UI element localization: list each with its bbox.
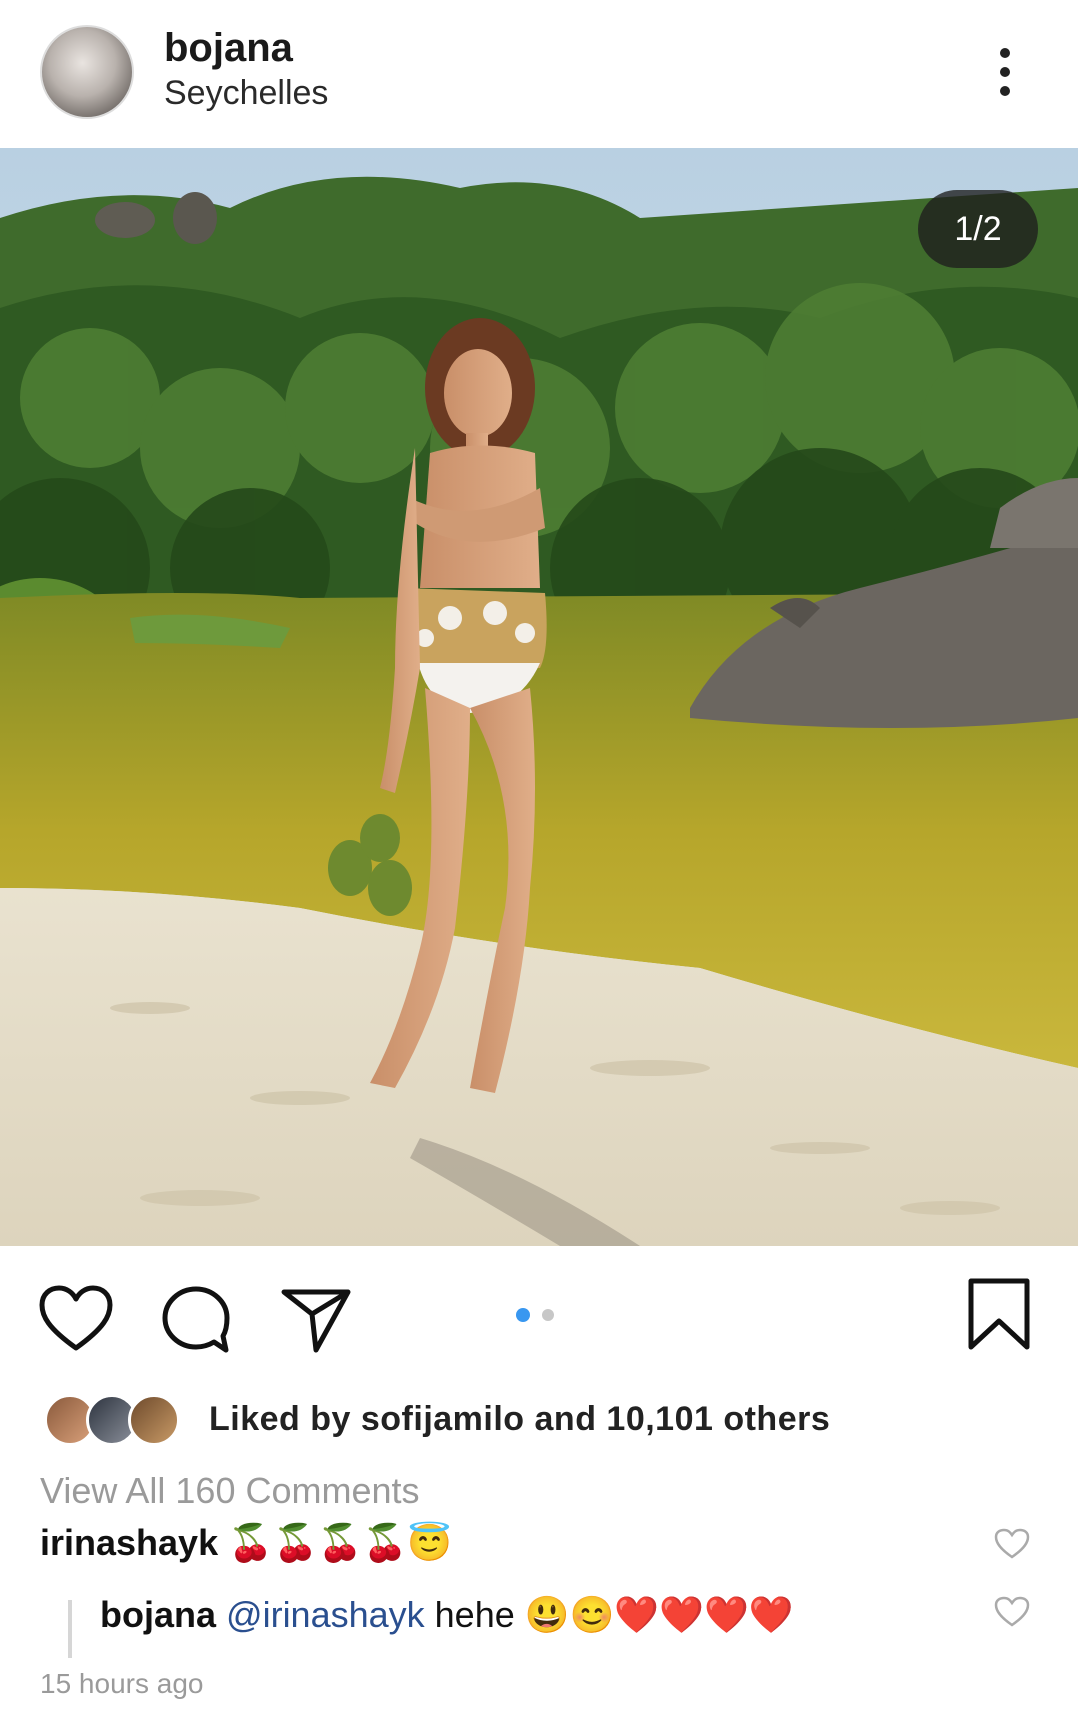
carousel-dot: [542, 1309, 554, 1321]
beach-scene-image: [0, 148, 1078, 1246]
share-icon[interactable]: [280, 1284, 352, 1356]
bookmark-icon[interactable]: [966, 1276, 1032, 1352]
post-username[interactable]: bojana: [164, 26, 293, 71]
comment-icon[interactable]: [160, 1284, 232, 1356]
reply-indent: [68, 1600, 72, 1658]
image-counter: 1/2: [918, 190, 1038, 268]
likes-row[interactable]: Liked by sofijamilo and 10,101 others: [44, 1390, 1044, 1446]
comment-text: hehe 😃😊❤️❤️❤️❤️: [424, 1594, 794, 1635]
small-heart-icon[interactable]: [994, 1528, 1030, 1560]
comment-username[interactable]: bojana: [100, 1594, 216, 1635]
comment-reply: bojana @irinashayk hehe 😃😊❤️❤️❤️❤️: [100, 1594, 1060, 1636]
post-location[interactable]: Seychelles: [164, 74, 328, 113]
carousel-dot-active: [516, 1308, 530, 1322]
heart-icon[interactable]: [38, 1284, 114, 1354]
view-all-comments-link[interactable]: View All 160 Comments: [40, 1470, 420, 1512]
small-heart-icon[interactable]: [994, 1596, 1030, 1628]
likes-text[interactable]: Liked by sofijamilo and 10,101 others: [209, 1400, 830, 1439]
liker-avatar: [128, 1394, 180, 1446]
avatar[interactable]: [40, 25, 134, 119]
more-options-icon[interactable]: [986, 40, 1022, 104]
comment: irinashayk 🍒🍒🍒🍒😇: [40, 1522, 1000, 1564]
mention-link[interactable]: @irinashayk: [226, 1594, 425, 1635]
comment-text: 🍒🍒🍒🍒😇: [228, 1522, 453, 1563]
action-bar: [0, 1246, 1078, 1386]
post-timestamp: 15 hours ago: [40, 1668, 204, 1699]
comment-username[interactable]: irinashayk: [40, 1522, 218, 1563]
post-header: bojana Seychelles: [0, 0, 1078, 148]
post-photo[interactable]: 1/2: [0, 148, 1078, 1246]
